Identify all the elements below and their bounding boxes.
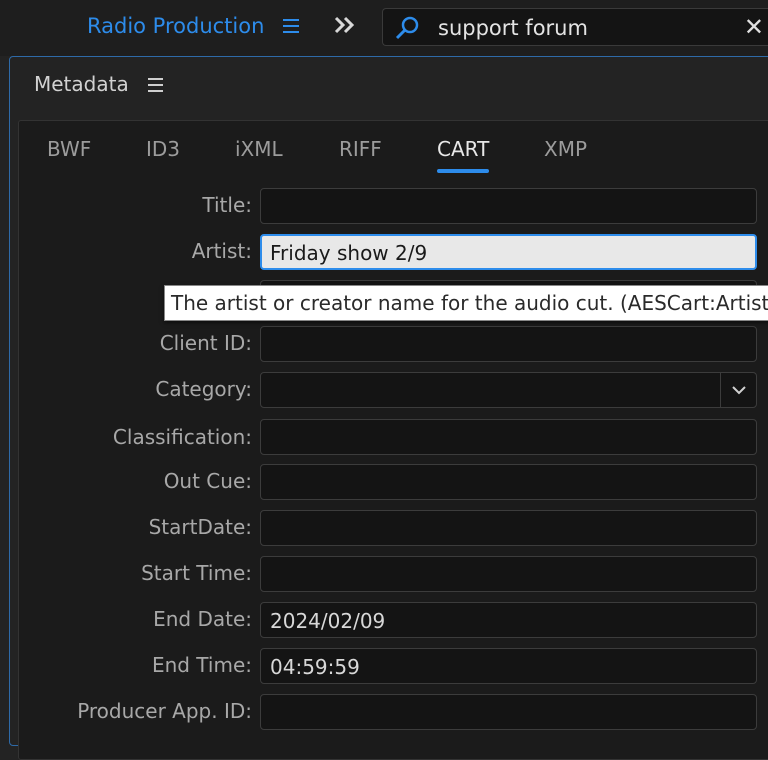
artist-label: Artist: xyxy=(191,239,252,263)
tab-id3[interactable]: ID3 xyxy=(146,137,180,161)
tab-xmp[interactable]: XMP xyxy=(544,137,587,161)
client-id-label: Client ID: xyxy=(159,331,252,355)
title-field[interactable] xyxy=(260,188,757,224)
start-date-field[interactable] xyxy=(260,510,757,546)
hamburger-icon[interactable] xyxy=(282,16,302,36)
client-id-field[interactable] xyxy=(260,326,757,362)
category-label: Category: xyxy=(155,377,252,401)
tab-bwf[interactable]: BWF xyxy=(47,137,91,161)
end-time-label: End Time: xyxy=(151,653,252,677)
search-icon xyxy=(395,16,419,40)
search-input[interactable]: support forum ✕ xyxy=(382,8,768,46)
metadata-tabs: BWF ID3 iXML RIFF CART XMP xyxy=(19,121,768,179)
end-time-field[interactable]: 04:59:59 xyxy=(260,648,757,684)
start-time-label: Start Time: xyxy=(141,561,252,585)
chevron-down-icon[interactable] xyxy=(720,373,756,407)
end-date-label: End Date: xyxy=(153,607,252,631)
category-select[interactable] xyxy=(260,372,757,408)
panel-title: Metadata xyxy=(34,72,129,96)
artist-field[interactable]: Friday show 2/9 xyxy=(260,234,757,270)
out-cue-field[interactable] xyxy=(260,464,757,500)
producer-app-id-label: Producer App. ID: xyxy=(77,699,252,723)
double-chevron-right-icon[interactable] xyxy=(332,10,358,40)
artist-tooltip: The artist or creator name for the audio… xyxy=(164,285,768,321)
title-label: Title: xyxy=(202,193,252,217)
end-date-field[interactable]: 2024/02/09 xyxy=(260,602,757,638)
classification-field[interactable] xyxy=(260,419,757,455)
search-value: support forum xyxy=(438,16,588,40)
close-icon[interactable]: ✕ xyxy=(744,13,764,41)
start-date-label: StartDate: xyxy=(148,515,252,539)
tab-cart[interactable]: CART xyxy=(437,137,490,173)
tab-riff[interactable]: RIFF xyxy=(339,137,382,161)
out-cue-label: Out Cue: xyxy=(163,469,252,493)
hamburger-icon[interactable] xyxy=(148,76,166,94)
classification-label: Classification: xyxy=(112,425,252,449)
producer-app-id-field[interactable] xyxy=(260,694,757,730)
top-toolbar: Radio Production support forum ✕ xyxy=(0,0,768,56)
start-time-field[interactable] xyxy=(260,556,757,592)
workspace-title[interactable]: Radio Production xyxy=(87,14,264,38)
tab-ixml[interactable]: iXML xyxy=(235,137,283,161)
